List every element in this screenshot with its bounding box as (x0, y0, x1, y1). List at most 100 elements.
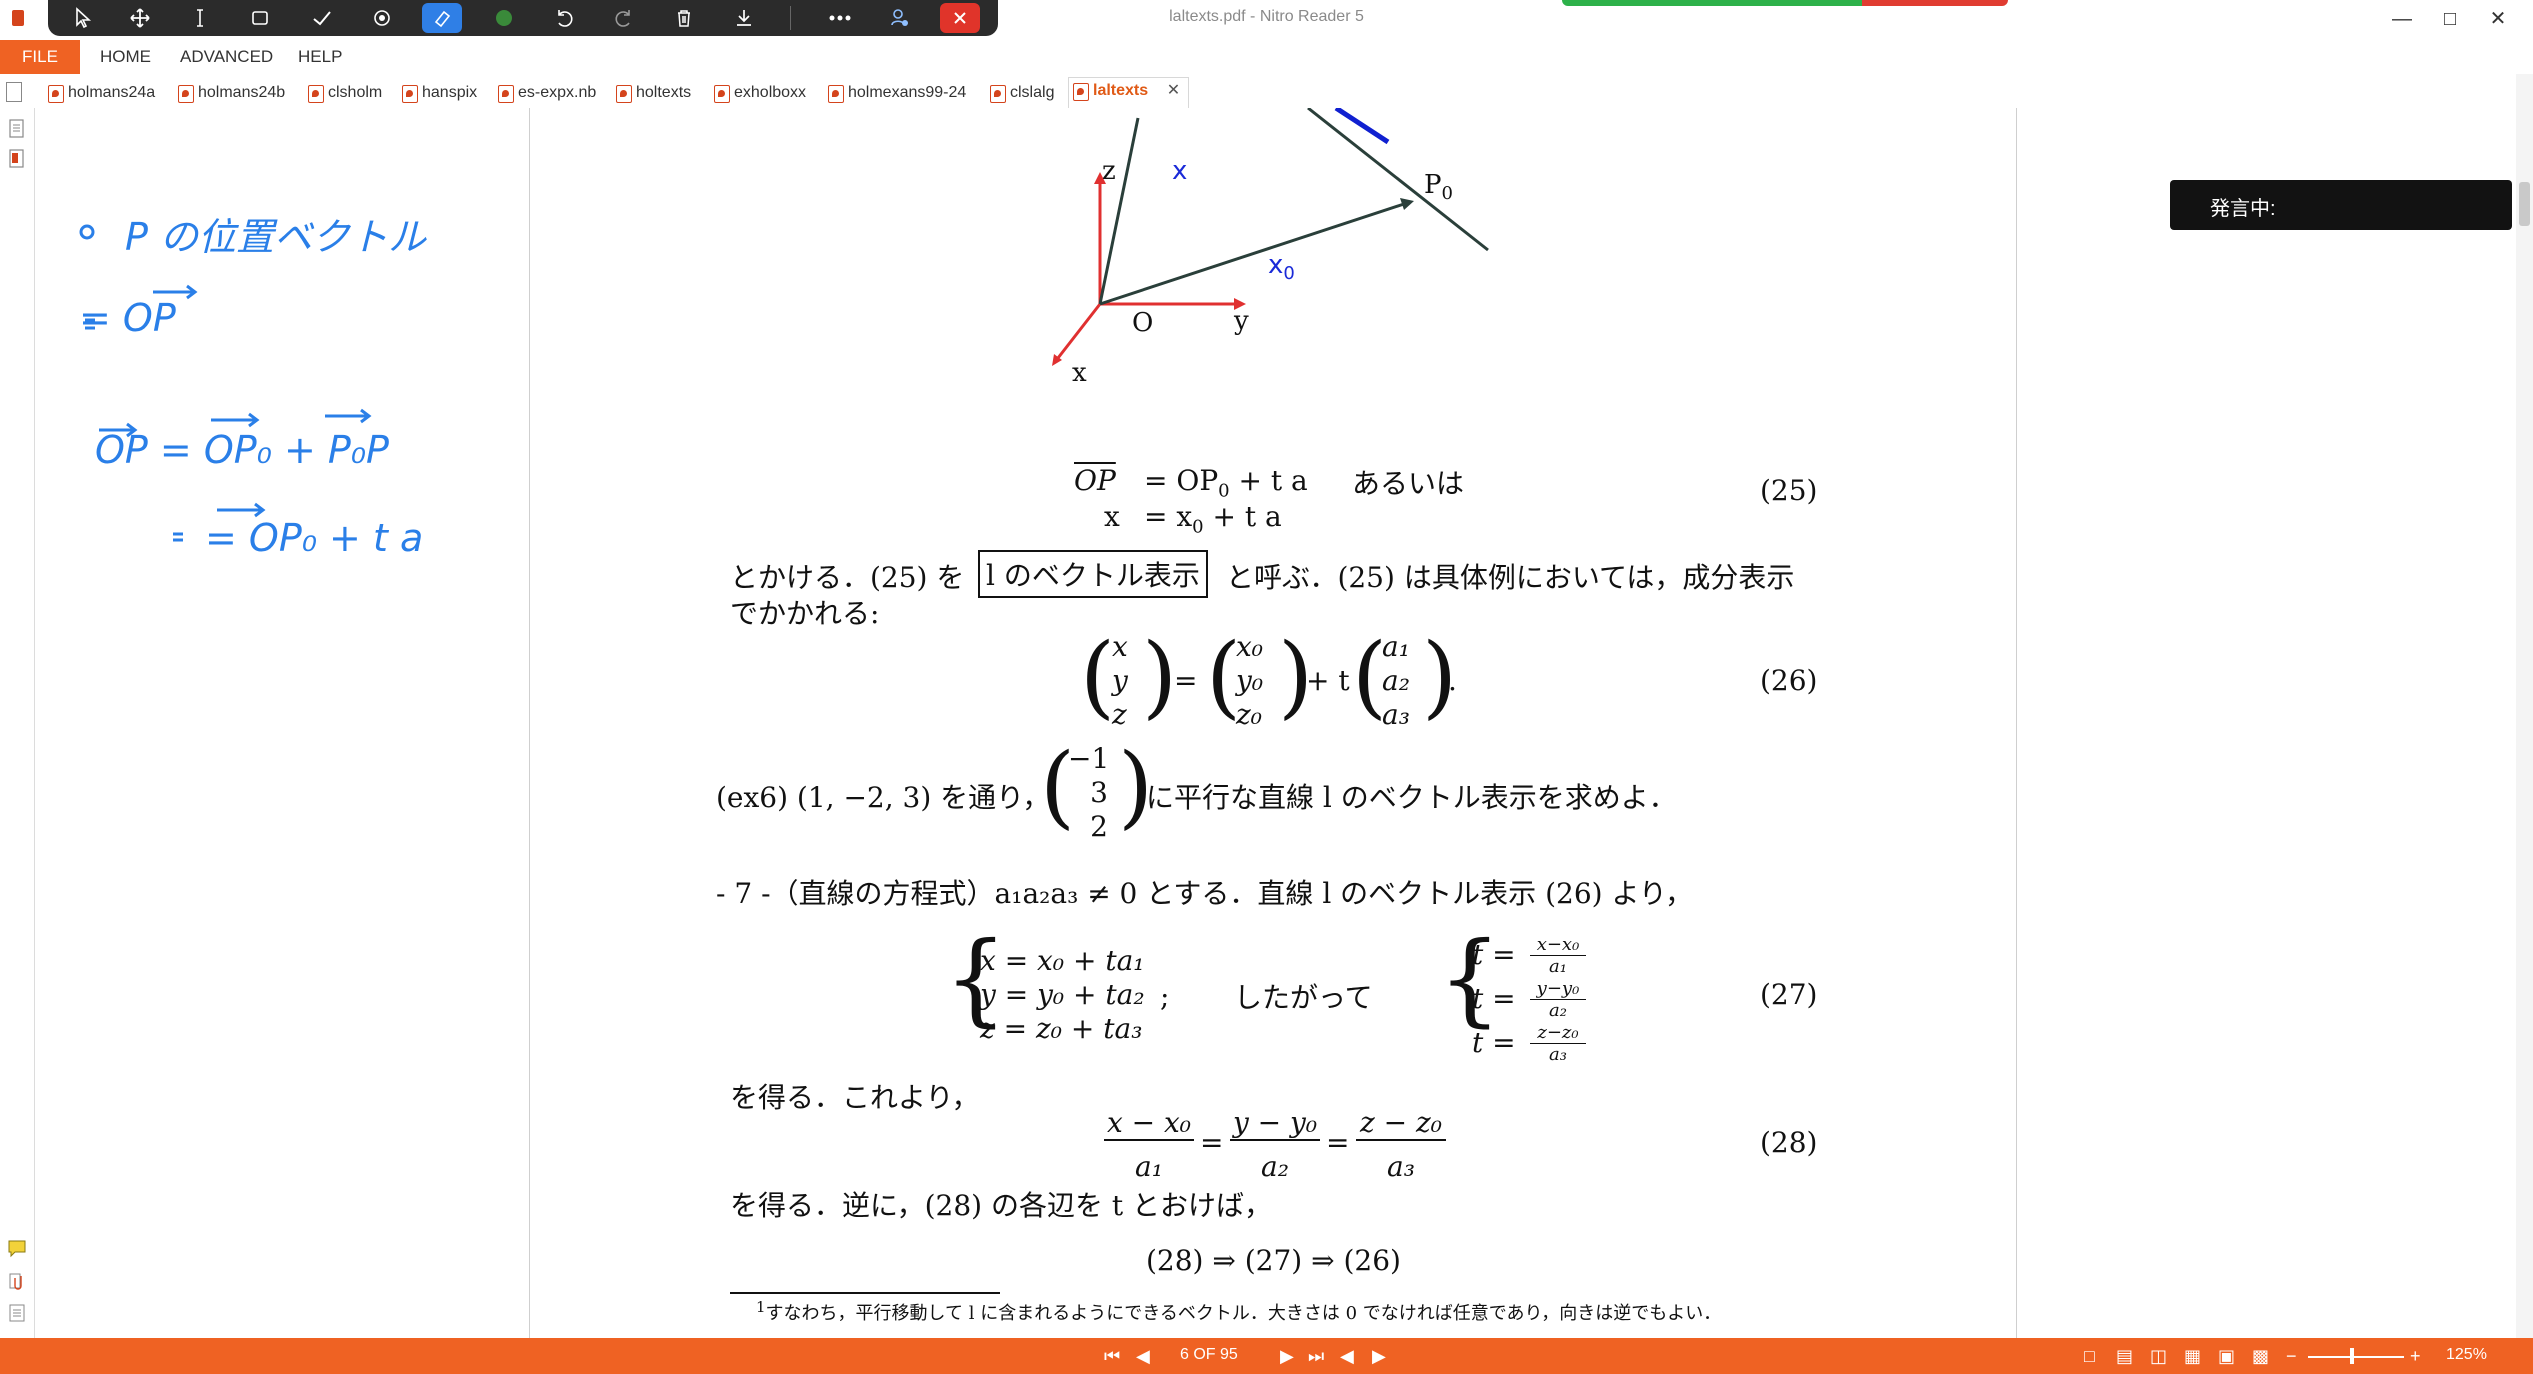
tab-hanspix[interactable]: hanspix (398, 80, 477, 106)
eq27-semicolon: ; (1160, 980, 1170, 1013)
back-view-icon[interactable]: ◀ (1340, 1346, 1354, 1367)
eq26-vec2-1: y₀ (1236, 664, 1264, 697)
tab-clslalg[interactable]: clslalg (986, 80, 1054, 106)
ex6-tail: に平行な直線 l のベクトル表示を求めよ． (1146, 781, 1677, 814)
para2: を得る．これより， (730, 1081, 980, 1114)
tab-close-icon[interactable]: ✕ (1167, 78, 1180, 104)
first-page-icon[interactable]: ⏮ (1104, 1346, 1120, 1367)
pages-icon[interactable] (7, 118, 27, 140)
pan-icon[interactable] (120, 3, 160, 33)
axis-label-z: z (1102, 156, 1116, 186)
page-icon[interactable] (6, 82, 22, 102)
menu-advanced[interactable]: ADVANCED (180, 40, 273, 74)
tab-laltexts[interactable]: laltexts ✕ (1068, 77, 1190, 108)
zoom-slider-thumb[interactable] (2350, 1348, 2354, 1364)
vector-figure (1052, 108, 1489, 366)
facing-continuous-icon[interactable]: ▦ (2184, 1346, 2201, 1367)
more-icon[interactable] (820, 3, 860, 33)
pdf-icon (498, 85, 514, 103)
tab-es-expx[interactable]: es-expx.nb (494, 80, 596, 106)
point-label-p0: P0 (1424, 170, 1453, 205)
close-icon[interactable]: ✕ (2476, 4, 2520, 34)
lasso-icon[interactable] (362, 3, 402, 33)
scrollbar-thumb[interactable] (2519, 182, 2530, 226)
layers-icon[interactable] (7, 1302, 27, 1324)
pdf-icon (714, 85, 730, 103)
eq27-frac-den-1: a₂ (1549, 1000, 1567, 1021)
note-line-3: OP = OP₀ + P₀P (95, 428, 389, 472)
ex6-lead: (ex6) (1, −2, 3) を通り， (716, 781, 1051, 814)
note-line-1: P の位置ベクトル (125, 215, 426, 259)
user-settings-icon[interactable] (880, 3, 920, 33)
facing-icon[interactable]: ◫ (2150, 1346, 2167, 1367)
caption-label: 発言中: (2210, 198, 2276, 220)
maximize-icon[interactable]: □ (2428, 4, 2472, 34)
select-arrow-icon[interactable] (64, 3, 104, 33)
zoom-level[interactable]: 125% (2446, 1346, 2487, 1364)
tab-holtexts[interactable]: holtexts (612, 80, 691, 106)
live-caption-panel: 発言中: (2170, 180, 2512, 230)
last-page-icon[interactable]: ⏭ (1308, 1346, 1324, 1367)
next-page-icon[interactable]: ▶ (1280, 1346, 1294, 1367)
axis-label-x: x (1072, 358, 1087, 388)
tab-holmans24b[interactable]: holmans24b (174, 80, 285, 106)
undo-icon[interactable] (544, 3, 584, 33)
redo-icon[interactable] (604, 3, 644, 33)
pdf-icon (990, 85, 1006, 103)
paren-close: ) (1142, 624, 1178, 729)
para1-b: と呼ぶ．(25) は具体例においては，成分表示 (1226, 561, 1795, 594)
zoom-in-icon[interactable]: + (2410, 1346, 2421, 1367)
pdf-icon (616, 85, 632, 103)
vector-label-x: x (1172, 156, 1188, 186)
ex6-vec-2: 2 (1090, 810, 1108, 843)
previous-page-icon[interactable]: ◀ (1136, 1346, 1150, 1367)
bookmarks-icon[interactable] (7, 148, 27, 170)
page-indicator[interactable]: 6 OF 95 (1180, 1346, 1238, 1364)
download-icon[interactable] (724, 3, 764, 33)
pdf-page: z x P0 x0 O y x OP = OP0 + t a あるいは x = … (530, 108, 2016, 1338)
eq27-frac-num-1: y−y₀ (1530, 978, 1586, 1000)
eq25-aruiwa: あるいは (1352, 467, 1465, 500)
checkmark-icon[interactable] (302, 3, 342, 33)
menu-help[interactable]: HELP (298, 40, 342, 74)
trash-icon[interactable] (664, 3, 704, 33)
eq26-equals: = (1174, 664, 1198, 697)
eq25-line2-lhs: x (1104, 500, 1120, 533)
tab-holmans24a[interactable]: holmans24a (44, 80, 155, 106)
eq25-rhs: = OP0 + t a (1144, 464, 1308, 502)
eq26-vec3-2: a₃ (1382, 698, 1410, 731)
text-cursor-icon[interactable] (180, 3, 220, 33)
zoom-slider-track[interactable] (2308, 1356, 2404, 1358)
continuous-icon[interactable]: ▤ (2116, 1346, 2133, 1367)
menu-file[interactable]: FILE (0, 40, 80, 74)
color-dot-icon[interactable] (484, 3, 524, 33)
footnote: 1すなわち，平行移動して l に含まれるようにできるベクトル．大きさは 0 でな… (756, 1298, 1722, 1324)
zoom-out-icon[interactable]: − (2286, 1346, 2297, 1367)
vertical-scrollbar[interactable] (2516, 74, 2533, 1338)
origin-label: O (1132, 308, 1154, 338)
menu-home[interactable]: HOME (100, 40, 151, 74)
vote-bar-green (1562, 0, 1862, 6)
tab-exholboxx[interactable]: exholboxx (710, 80, 806, 106)
eraser-icon[interactable] (422, 3, 462, 33)
single-page-icon[interactable]: □ (2084, 1346, 2095, 1367)
eq28-den-1: a₂ (1261, 1150, 1289, 1183)
eq26-vec1-1: y (1112, 664, 1128, 697)
pdf-icon (1073, 83, 1089, 101)
eq27-right-t-2: t = (1472, 1026, 1516, 1059)
ex6-vec-1: 3 (1090, 776, 1108, 809)
document-tab-bar: holmans24a holmans24b clsholm hanspix es… (0, 74, 2533, 109)
tab-clsholm[interactable]: clsholm (304, 80, 382, 106)
close-icon[interactable] (940, 3, 980, 33)
minimize-icon[interactable]: — (2380, 4, 2424, 34)
footnote-rule (730, 1292, 1000, 1294)
fit-page-icon[interactable]: ▣ (2218, 1346, 2235, 1367)
comments-icon[interactable] (7, 1238, 27, 1260)
attachments-icon[interactable] (7, 1270, 27, 1292)
implication-chain: (28) ⇒ (27) ⇒ (26) (1146, 1244, 1401, 1277)
fit-width-icon[interactable]: ▩ (2252, 1346, 2269, 1367)
rectangle-icon[interactable] (240, 3, 280, 33)
tab-holmexans99-24[interactable]: holmexans99-24 (824, 80, 966, 106)
forward-view-icon[interactable]: ▶ (1372, 1346, 1386, 1367)
eq27-middle: したがって (1234, 981, 1373, 1014)
